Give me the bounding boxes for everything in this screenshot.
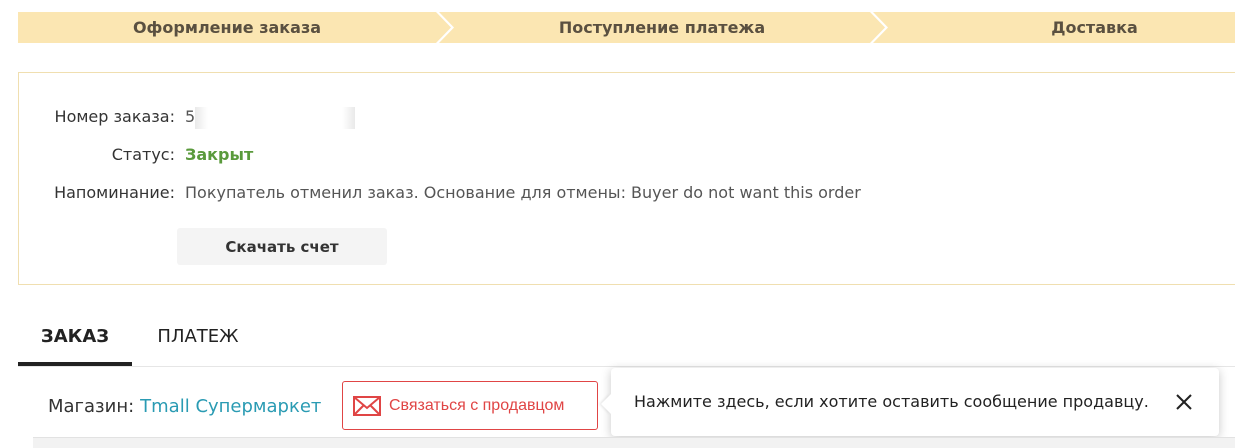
order-tabs: ЗАКАЗ ПЛАТЕЖ <box>18 318 1235 367</box>
tab-payment[interactable]: ПЛАТЕЖ <box>140 318 256 366</box>
order-reminder-value: Покупатель отменил заказ. Основание для … <box>185 183 861 202</box>
order-number-label: Номер заказа: <box>54 107 175 126</box>
order-status-value: Закрыт <box>185 145 254 164</box>
store-table-header-strip <box>33 437 1235 448</box>
store-row: Магазин: Tmall Супермаркет <box>48 392 321 422</box>
order-status-row: Статус: Закрыт <box>19 143 1219 167</box>
order-reminder-label: Напоминание: <box>54 183 175 202</box>
contact-seller-label: Связаться с продавцом <box>389 396 565 414</box>
progress-step-3: Доставка <box>1051 18 1138 37</box>
close-icon[interactable] <box>1174 392 1194 412</box>
order-status-label: Статус: <box>111 145 175 164</box>
order-progress: Оформление заказа Поступление платежа До… <box>18 12 1235 43</box>
order-number-mask <box>195 106 356 129</box>
download-invoice-button[interactable]: Скачать счет <box>177 228 387 265</box>
tab-order[interactable]: ЗАКАЗ <box>18 318 132 366</box>
order-info-box: Номер заказа: 5 Статус: Закрыт Напоминан… <box>18 72 1235 285</box>
mail-icon <box>353 395 381 416</box>
order-reminder-row: Напоминание: Покупатель отменил заказ. О… <box>19 181 1219 205</box>
contact-seller-button[interactable]: Связаться с продавцом <box>342 381 598 430</box>
progress-step-1: Оформление заказа <box>132 18 322 37</box>
progress-step-2: Поступление платежа <box>558 18 766 37</box>
tooltip-text: Нажмите здесь, если хотите оставить сооб… <box>634 392 1149 411</box>
order-number-text: 5 <box>185 107 196 126</box>
order-number-row: Номер заказа: 5 <box>19 105 1219 129</box>
contact-tooltip: Нажмите здесь, если хотите оставить сооб… <box>611 368 1219 436</box>
store-label: Магазин: <box>48 396 135 417</box>
order-number-value: 5 <box>185 105 356 129</box>
store-link[interactable]: Tmall Супермаркет <box>140 396 321 417</box>
